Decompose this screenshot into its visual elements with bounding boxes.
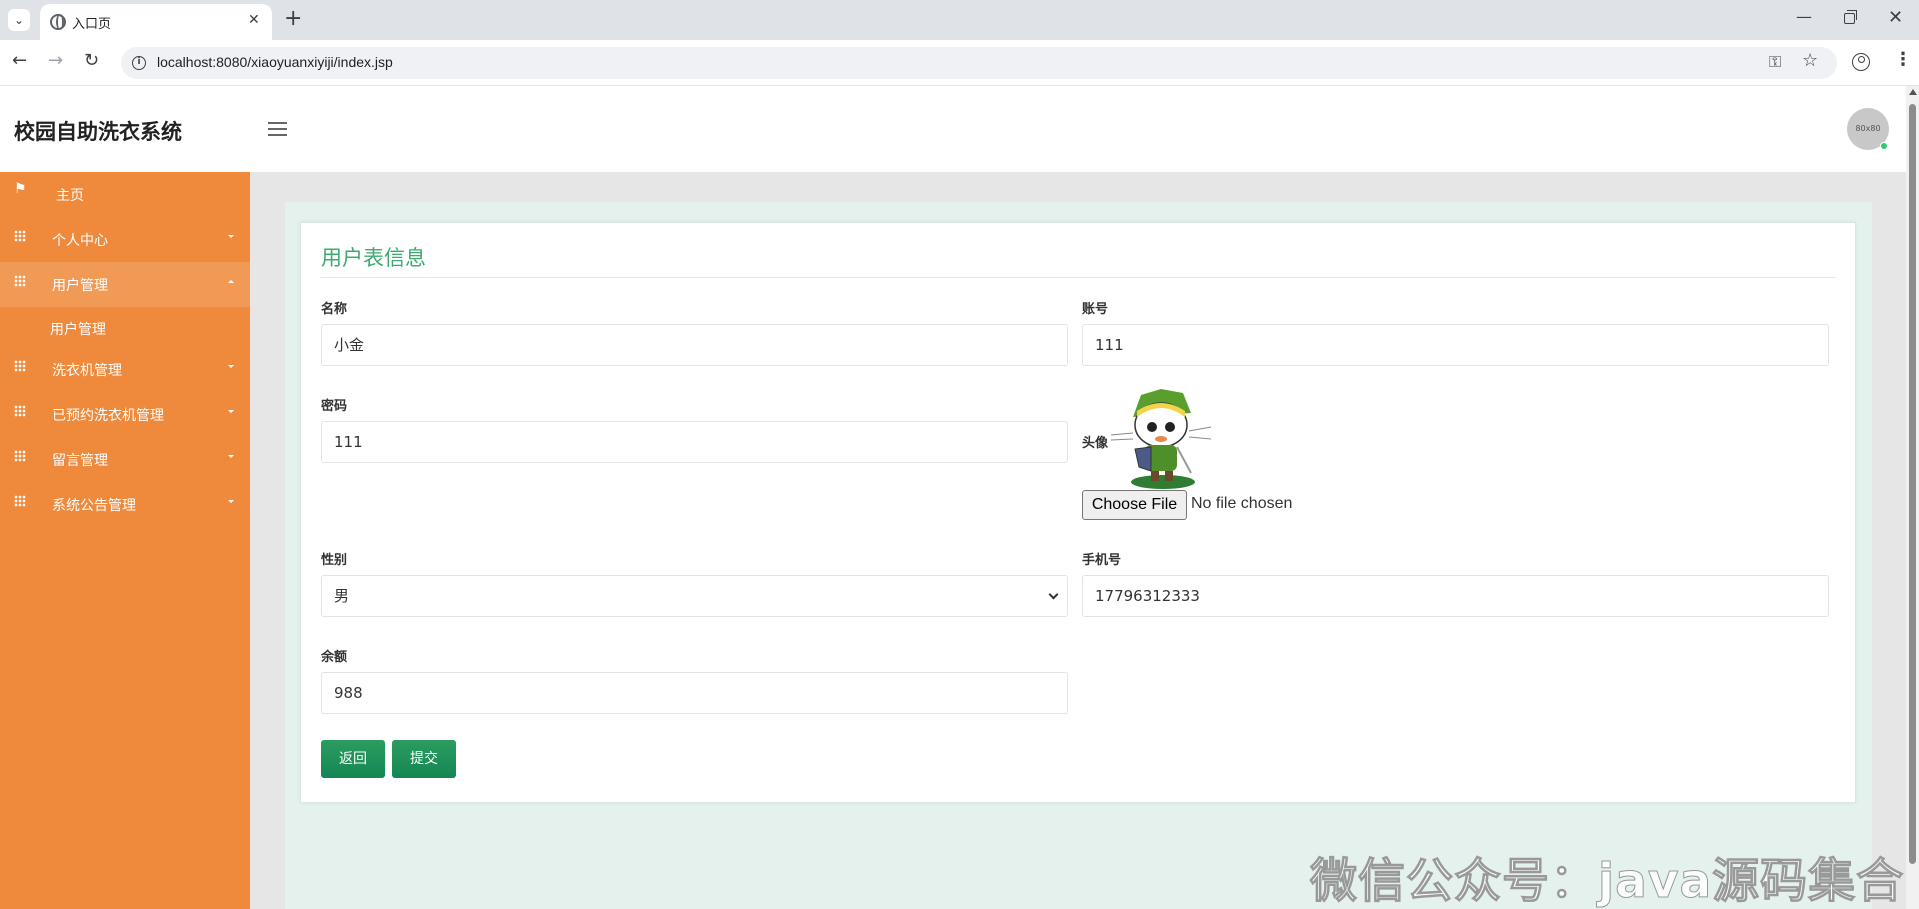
sidebar-item-reserved-washers[interactable]: 已预约洗衣机管理 — [0, 392, 250, 437]
back-arrow-icon[interactable]: ← — [12, 50, 27, 71]
gender-label: 性别 — [321, 553, 348, 568]
online-status-dot — [1880, 142, 1888, 150]
grid-icon — [14, 360, 26, 372]
caret-up-icon — [228, 280, 234, 283]
reload-icon[interactable]: ↻ — [84, 50, 99, 71]
caret-down-icon — [228, 500, 234, 503]
chevron-down-icon — [1048, 589, 1059, 600]
close-icon[interactable]: ✕ — [248, 12, 260, 28]
key-icon[interactable]: ⚿ — [1769, 52, 1781, 72]
gender-selected-value: 男 — [334, 587, 350, 605]
page-scrollbar[interactable] — [1906, 86, 1919, 909]
password-input[interactable]: 111 — [321, 421, 1068, 463]
sidebar-item-label: 已预约洗衣机管理 — [52, 408, 164, 424]
gender-select[interactable]: 男 — [321, 575, 1068, 617]
account-input[interactable]: 111 — [1082, 324, 1829, 366]
password-label: 密码 — [321, 399, 348, 414]
account-label: 账号 — [1082, 302, 1109, 317]
caret-down-icon — [228, 455, 234, 458]
app-title: 校园自助洗衣系统 — [14, 120, 182, 144]
sidebar-item-label: 留言管理 — [52, 453, 108, 469]
grid-icon — [14, 230, 26, 242]
sidebar: ⚑ 主页 个人中心 用户管理 用户管理 洗衣机管理 已预约洗衣机管理 留言管理 … — [0, 172, 250, 909]
grid-icon — [14, 450, 26, 462]
sidebar-item-label: 主页 — [56, 188, 84, 204]
name-label: 名称 — [321, 302, 348, 317]
sidebar-item-announcements[interactable]: 系统公告管理 — [0, 482, 250, 527]
star-icon[interactable]: ☆ — [1802, 50, 1818, 71]
phone-label: 手机号 — [1082, 553, 1122, 568]
tab-title: 入口页 — [72, 17, 112, 32]
sidebar-item-personal-center[interactable]: 个人中心 — [0, 217, 250, 262]
scroll-up-arrow-icon[interactable] — [1909, 89, 1917, 95]
sidebar-item-home[interactable]: ⚑ 主页 — [0, 172, 250, 217]
forward-arrow-icon[interactable]: → — [48, 50, 63, 71]
hamburger-icon[interactable] — [268, 122, 287, 136]
caret-down-icon — [228, 365, 234, 368]
divider — [320, 277, 1836, 278]
browser-tab[interactable]: 入口页 ✕ — [40, 4, 272, 40]
name-input[interactable]: 小金 — [321, 324, 1068, 366]
url-text[interactable]: localhost:8080/xiaoyuanxiyiji/index.jsp — [157, 54, 393, 70]
grid-icon — [14, 405, 26, 417]
balance-input[interactable]: 988 — [321, 672, 1068, 714]
sidebar-item-user-management[interactable]: 用户管理 — [0, 262, 250, 307]
kebab-menu-icon[interactable]: ⋮ — [1894, 49, 1912, 70]
window-close-icon[interactable]: ✕ — [1888, 7, 1903, 28]
caret-down-icon — [228, 410, 234, 413]
caret-down-icon — [228, 235, 234, 238]
new-tab-button[interactable]: + — [284, 6, 302, 31]
app-header: 校园自助洗衣系统 80x80 — [0, 86, 1906, 172]
page-title: 用户表信息 — [321, 246, 426, 270]
grid-icon — [14, 495, 26, 507]
restore-icon[interactable] — [1844, 10, 1857, 24]
submenu-item-label: 用户管理 — [50, 322, 106, 338]
scrollbar-thumb[interactable] — [1909, 104, 1916, 864]
submenu-item-user-management[interactable]: 用户管理 — [0, 307, 250, 347]
profile-icon[interactable] — [1852, 53, 1870, 71]
avatar-preview-image — [1111, 389, 1211, 489]
globe-icon — [50, 14, 66, 30]
grid-icon — [14, 275, 26, 287]
balance-label: 余额 — [321, 650, 348, 665]
tab-search-button[interactable]: ⌄ — [8, 9, 30, 31]
form-card — [300, 222, 1856, 803]
sidebar-item-label: 个人中心 — [52, 233, 108, 249]
avatar-label: 头像 — [1082, 436, 1109, 451]
watermark-text: 微信公众号：java源码集合 — [1309, 854, 1905, 909]
minimize-icon[interactable]: — — [1796, 7, 1812, 26]
sidebar-item-messages[interactable]: 留言管理 — [0, 437, 250, 482]
back-button[interactable]: 返回 — [321, 740, 385, 778]
submit-button[interactable]: 提交 — [392, 740, 456, 778]
sidebar-item-label: 系统公告管理 — [52, 498, 136, 514]
browser-toolbar: ← → ↻ i localhost:8080/xiaoyuanxiyiji/in… — [0, 40, 1919, 86]
site-info-icon[interactable]: i — [132, 56, 146, 70]
sidebar-item-label: 用户管理 — [52, 278, 108, 294]
browser-tabstrip: ⌄ 入口页 ✕ + — ✕ — [0, 0, 1919, 40]
sidebar-item-label: 洗衣机管理 — [52, 363, 122, 379]
phone-input[interactable]: 17796312333 — [1082, 575, 1829, 617]
choose-file-button[interactable]: Choose File — [1082, 490, 1187, 520]
address-bar[interactable]: i localhost:8080/xiaoyuanxiyiji/index.js… — [121, 47, 1837, 79]
file-status-text: No file chosen — [1191, 495, 1293, 512]
sidebar-item-washer-management[interactable]: 洗衣机管理 — [0, 347, 250, 392]
flag-icon: ⚑ — [14, 181, 27, 197]
